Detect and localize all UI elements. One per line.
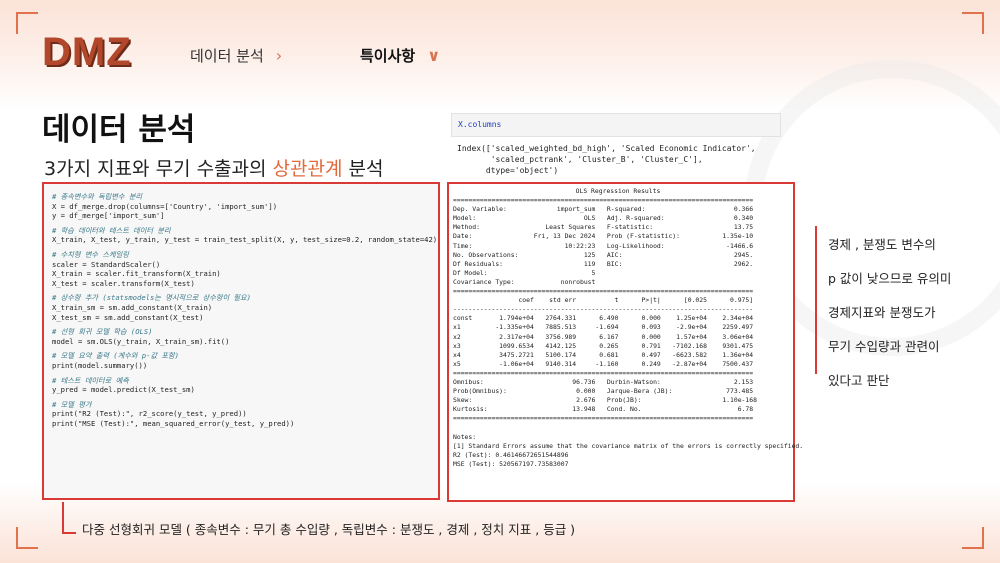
ols-line <box>453 423 793 432</box>
page-title: 데이터 분석 <box>42 112 196 148</box>
ols-line: x2 2.317e+04 3756.989 6.167 0.000 1.57e+… <box>453 332 754 341</box>
ols-line: Notes: <box>453 432 477 441</box>
ols-line: Time: 10:22:23 Log-Likelihood: -1466.6 <box>453 241 754 250</box>
nav-item-notes[interactable]: 특이사항 ∨ <box>360 45 440 66</box>
ols-line: ========================================… <box>453 414 754 423</box>
code-comment-line: # 선형 회귀 모델 학습 (OLS) <box>52 327 153 337</box>
subtitle-suffix: 분석 <box>342 158 384 180</box>
ols-results-output: OLS Regression Results =================… <box>447 182 804 502</box>
corner-mark <box>962 527 984 549</box>
corner-mark <box>962 12 984 34</box>
ols-line: ----------------------------------------… <box>453 305 754 314</box>
code-comment-line: # 수치형 변수 스케일링 <box>52 249 129 259</box>
remark-line: p 값이 낮으므로 유의미 <box>828 271 952 286</box>
ols-line: R2 (Test): 0.46146672651544896 <box>453 450 569 459</box>
ols-line: Df Residuals: 119 BIC: 2962. <box>453 259 754 268</box>
ols-line: coef std err t P>|t| [0.025 0.975] <box>453 296 754 305</box>
code-line: print("R2 (Test):", r2_score(y_test, y_p… <box>52 409 247 419</box>
code-comment-line: # 학습 데이터와 테스트 데이터 분리 <box>52 225 171 235</box>
ols-line: Date: Fri, 13 Dec 2024 Prob (F-statistic… <box>453 232 754 241</box>
ols-line: Method: Least Squares F-statistic: 13.75 <box>453 223 754 232</box>
ols-line: const 1.794e+04 2764.331 6.490 0.000 1.2… <box>453 314 754 323</box>
index-output: Index(['scaled_weighted_bd_high', 'Scale… <box>457 143 756 176</box>
ols-line: x1 -1.335e+04 7885.513 -1.694 0.093 -2.9… <box>453 323 754 332</box>
ols-line: MSE (Test): 520567197.73583007 <box>453 459 569 468</box>
ols-line: ========================================… <box>453 287 754 296</box>
subtitle-accent: 상관관계 <box>272 158 343 180</box>
code-line: y_pred = model.predict(X_test_sm) <box>52 385 195 395</box>
code-line: X_train = scaler.fit_transform(X_train) <box>52 269 221 279</box>
code-comment-line: # 모델 요약 출력 (계수와 p-값 포함) <box>52 351 179 361</box>
code-line: X = df_merge.drop(columns=['Country', 'i… <box>52 201 278 211</box>
ols-line: Prob(Omnibus): 0.000 Jarque-Bera (JB): 7… <box>453 387 754 396</box>
ols-line: x4 3475.2721 5100.174 0.681 0.497 -6623.… <box>453 350 754 359</box>
code-cell[interactable]: # 종속변수와 독립변수 분리 X = df_merge.drop(columns… <box>42 182 440 500</box>
ols-line: Model: OLS Adj. R-squared: 0.340 <box>453 214 754 223</box>
code-line: X_train_sm = sm.add_constant(X_train) <box>52 302 213 312</box>
code-comment-line: # 테스트 데이터로 예측 <box>52 375 129 385</box>
corner-mark <box>16 12 38 34</box>
nav-item-label: 데이터 분석 <box>190 47 264 65</box>
index-output-line: 'scaled_pctrank', 'Cluster_B', 'Cluster_… <box>457 155 703 164</box>
code-line: print(model.summary()) <box>52 360 148 370</box>
code-line: X_train, X_test, y_train, y_test = train… <box>52 235 438 245</box>
ols-line: ========================================… <box>453 368 754 377</box>
index-output-line: dtype='object') <box>457 166 559 175</box>
ols-lines: ========================================… <box>453 196 804 469</box>
code-comment-line: # 상수항 추가 (statsmodels는 명시적으로 상수항이 필요) <box>52 293 251 303</box>
code-comment-line: # 모델 평가 <box>52 399 92 409</box>
ols-line: Covariance Type: nonrobust <box>453 277 596 286</box>
ols-line: [1] Standard Errors assume that the cova… <box>453 441 804 450</box>
subtitle-prefix: 3가지 지표와 무기 수출과의 <box>44 158 273 180</box>
remark-text: 경제 , 분쟁도 변수의 p 값이 낮으므로 유의미경제지표와 분쟁도가무기 수입… <box>828 228 951 398</box>
code-comment-line: # 종속변수와 독립변수 분리 <box>52 192 143 201</box>
code-line: model = sm.OLS(y_train, X_train_sm).fit(… <box>52 336 230 346</box>
ols-line: No. Observations: 125 AIC: 2945. <box>453 250 754 259</box>
chevron-right-icon: › <box>275 46 283 65</box>
ols-line: ========================================… <box>453 196 754 205</box>
remark-line: 경제지표와 분쟁도가 <box>828 305 936 320</box>
ols-line: Kurtosis: 13.948 Cond. No. 6.78 <box>453 405 754 414</box>
chevron-down-icon: ∨ <box>427 46 441 65</box>
corner-mark <box>16 527 38 549</box>
page-subtitle: 3가지 지표와 무기 수출과의 상관관계 분석 <box>44 154 383 181</box>
caption-connector <box>62 502 76 534</box>
ols-line: Omnibus: 96.736 Durbin-Watson: 2.153 <box>453 377 754 386</box>
remark-line: 있다고 판단 <box>828 373 890 388</box>
nav-item-data-analysis[interactable]: 데이터 분석 › <box>190 45 282 66</box>
code-line: y = df_merge['import_sum'] <box>52 211 165 221</box>
code-line: print("MSE (Test):", mean_squared_error(… <box>52 418 295 428</box>
ols-line: x5 -1.06e+04 9140.314 -1.160 0.249 -2.87… <box>453 359 754 368</box>
ols-line: Df Model: 5 <box>453 268 596 277</box>
code-line: X_test = scaler.transform(X_test) <box>52 278 195 288</box>
remark-bracket <box>815 226 817 374</box>
ols-line: Skew: 2.676 Prob(JB): 1.10e-168 <box>453 396 757 405</box>
code-cell-xcolumns[interactable]: X.columns <box>451 113 781 137</box>
ols-line: x3 1099.6534 4142.125 0.265 0.791 -7102.… <box>453 341 754 350</box>
code-line: X_test_sm = sm.add_constant(X_test) <box>52 312 204 322</box>
caption: 다중 선형회귀 모델 ( 종속변수 : 무기 총 수입량 , 독립변수 : 분쟁… <box>82 522 576 537</box>
nav-item-label: 특이사항 <box>360 47 416 65</box>
remark-line: 무기 수입량과 관련이 <box>828 339 940 354</box>
index-output-line: Index(['scaled_weighted_bd_high', 'Scale… <box>457 144 756 153</box>
ols-line: Dep. Variable: import_sum R-squared: 0.3… <box>453 205 754 214</box>
code-line: scaler = StandardScaler() <box>52 259 161 269</box>
logo: DMZ <box>42 30 132 74</box>
ols-title: OLS Regression Results <box>575 187 661 195</box>
remark-line: 경제 , 분쟁도 변수의 <box>828 237 936 252</box>
